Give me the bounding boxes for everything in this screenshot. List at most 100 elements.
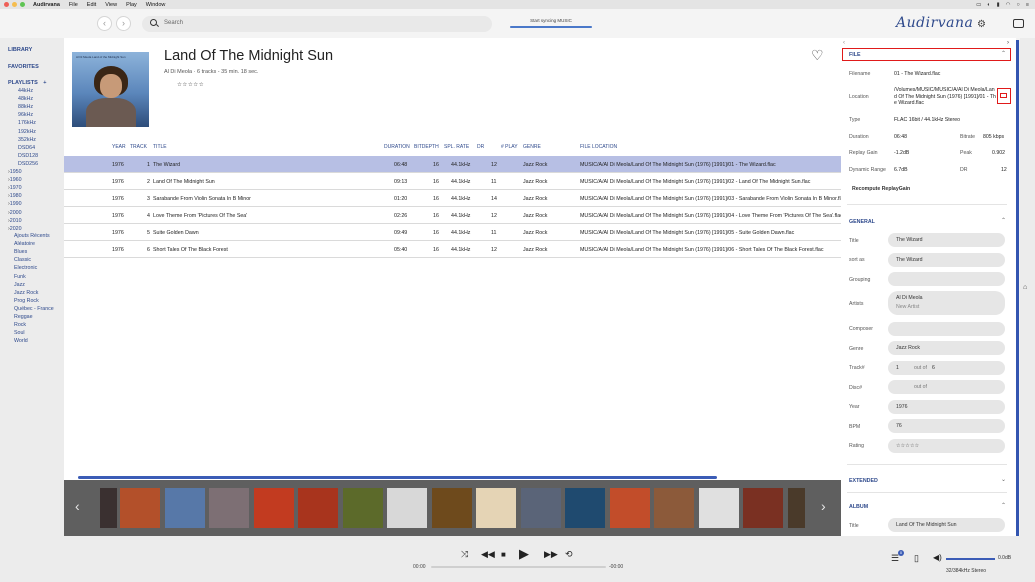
status-icon[interactable]: ▭ [976, 2, 981, 8]
control-center-icon[interactable]: ≡ [1026, 2, 1029, 8]
album-thumbnail[interactable] [654, 488, 694, 528]
device-icon[interactable]: ▯ [914, 553, 919, 564]
col-dr[interactable]: DR [477, 144, 484, 150]
col-file-location[interactable]: FILE LOCATION [580, 144, 617, 150]
album-thumbnail[interactable] [298, 488, 338, 528]
panel-collapse-right-icon[interactable]: › [1007, 40, 1009, 46]
back-button[interactable]: ‹ [97, 16, 112, 31]
album-cover[interactable]: Al Di Meola Land of the Midnight Sun [72, 52, 149, 127]
sidebar-playlist-item[interactable]: 352kHz [18, 137, 36, 143]
recompute-replaygain-button[interactable]: Recompute ReplayGain [852, 186, 910, 192]
sidebar-genre-item[interactable]: Electronic [14, 265, 37, 271]
tag-icon[interactable]: ⌂ [1023, 284, 1027, 291]
album-thumbnail[interactable] [164, 488, 205, 528]
col-year[interactable]: YEAR [112, 144, 126, 150]
general-section-header[interactable]: GENERAL [849, 219, 875, 225]
sidebar-genre-item[interactable]: Funk [14, 274, 26, 280]
sidebar-genre-item[interactable]: World [14, 338, 28, 344]
sidebar-genre-item[interactable]: Aléatoire [14, 241, 35, 247]
menu-window[interactable]: Window [146, 2, 166, 8]
sidebar-genre-item[interactable]: Classic [14, 257, 31, 263]
album-thumbnail[interactable] [743, 488, 783, 528]
table-row[interactable]: 1976 4 Love Theme From 'Pictures Of The Se… [64, 207, 843, 224]
search-input[interactable]: Search [142, 16, 492, 32]
disc-field[interactable]: out of [888, 380, 1005, 394]
rating-field[interactable]: ☆☆☆☆☆ [888, 439, 1005, 453]
stop-icon[interactable]: ■ [501, 550, 506, 559]
shuffle-icon[interactable]: ⤨ [461, 549, 468, 560]
play-icon[interactable]: ▶ [519, 546, 529, 562]
year-field[interactable]: 1976 [888, 400, 1005, 414]
playback-progress-bar[interactable] [431, 566, 606, 568]
sidebar-decade-item[interactable]: ›1960 [8, 177, 22, 183]
sidebar-playlist-item[interactable]: 176kHz [18, 120, 36, 126]
panel-collapse-left-icon[interactable]: ‹ [843, 40, 845, 46]
sidebar-playlist-item[interactable]: 96kHz [18, 112, 33, 118]
album-rating[interactable]: ☆☆☆☆☆ [177, 82, 204, 88]
sidebar-genre-item[interactable]: Jazz Rock [14, 290, 38, 296]
sidebar-decade-item[interactable]: ›2010 [8, 218, 22, 224]
heart-icon[interactable]: ♡ [811, 47, 824, 64]
artists-field[interactable]: Al Di Meola New Artist [888, 291, 1005, 315]
sidebar-decade-item[interactable]: ›2020 [8, 226, 22, 232]
table-row[interactable]: 1976 3 Sarabande From Violin Sonata In B M… [64, 190, 846, 207]
sidebar-genre-item[interactable]: Prog Rock [14, 298, 39, 304]
grouping-field[interactable] [888, 272, 1005, 286]
sidebar-decade-item[interactable]: ›1950 [8, 169, 22, 175]
album-thumbnail[interactable] [565, 488, 605, 528]
chevron-up-icon[interactable]: ⌃ [1001, 502, 1006, 509]
sidebar-genre-item[interactable]: Blues [14, 249, 27, 255]
info-panel-toggle-icon[interactable] [1013, 19, 1024, 28]
album-thumbnail[interactable] [431, 488, 472, 528]
rating-stars[interactable]: ☆☆☆☆☆ [896, 443, 919, 449]
album-thumbnail[interactable] [120, 488, 160, 528]
close-window-button[interactable] [4, 2, 9, 7]
menu-app-name[interactable]: Audirvana [33, 2, 60, 8]
sidebar-playlist-item[interactable]: DSD64 [18, 145, 35, 151]
info-panel-scrollbar[interactable] [1016, 38, 1020, 536]
sidebar-genre-item[interactable]: Reggae [14, 314, 33, 320]
horizontal-scrollbar[interactable] [78, 476, 717, 479]
status-icon[interactable]: ◐ [987, 2, 990, 8]
new-artist-placeholder[interactable]: New Artist [896, 304, 919, 310]
file-section-header[interactable]: FILE [849, 52, 860, 58]
sidebar-playlist-item[interactable]: 192kHz [18, 129, 36, 135]
volume-slider[interactable] [946, 558, 995, 560]
col-bitdepth[interactable]: BITDEPTH [414, 144, 439, 150]
album-thumbnail[interactable] [520, 488, 561, 528]
minimize-window-button[interactable] [12, 2, 17, 7]
col-spl-rate[interactable]: SPL. RATE [444, 144, 469, 150]
col-duration[interactable]: DURATION [384, 144, 410, 150]
previous-track-icon[interactable]: ◀◀ [481, 549, 495, 560]
album-thumbnail[interactable] [100, 488, 117, 528]
zoom-window-button[interactable] [20, 2, 25, 7]
menu-play[interactable]: Play [126, 2, 137, 8]
col-track[interactable]: TRACK [130, 144, 147, 150]
sidebar-playlist-item[interactable]: 88kHz [18, 104, 33, 110]
album-thumbnail[interactable] [209, 488, 249, 528]
sidebar-genre-item[interactable]: Soul [14, 330, 25, 336]
menu-file[interactable]: File [69, 2, 78, 8]
composer-field[interactable] [888, 322, 1005, 336]
table-row[interactable]: 1976 6 Short Tales Of The Black Forest 05:4… [64, 241, 841, 258]
track-field[interactable]: 1 out of 6 [888, 361, 1005, 375]
sidebar-playlist-item[interactable]: 48kHz [18, 96, 33, 102]
col-plays[interactable]: # PLAY [501, 144, 518, 150]
carousel-next-button[interactable]: › [821, 498, 826, 514]
sidebar-decade-item[interactable]: ›1980 [8, 193, 22, 199]
sidebar-genre-item[interactable]: Jazz [14, 282, 25, 288]
sidebar-decade-item[interactable]: ›1990 [8, 201, 22, 207]
album-section-header[interactable]: ALBUM [849, 504, 868, 510]
sidebar-genre-item[interactable]: Rock [14, 322, 26, 328]
col-genre[interactable]: GENRE [523, 144, 541, 150]
gear-icon[interactable]: ⚙ [977, 19, 986, 30]
menu-view[interactable]: View [105, 2, 117, 8]
forward-button[interactable]: › [116, 16, 131, 31]
sidebar-library[interactable]: LIBRARY [8, 47, 32, 53]
title-field[interactable]: The Wizard [888, 233, 1005, 247]
album-thumbnail[interactable] [476, 488, 516, 528]
status-icon[interactable]: ▮ [997, 2, 1000, 8]
repeat-icon[interactable]: ⟲ [565, 549, 573, 560]
sidebar-playlist-item[interactable]: DSD128 [18, 153, 38, 159]
sidebar-playlists[interactable]: PLAYLISTS + [8, 80, 47, 86]
